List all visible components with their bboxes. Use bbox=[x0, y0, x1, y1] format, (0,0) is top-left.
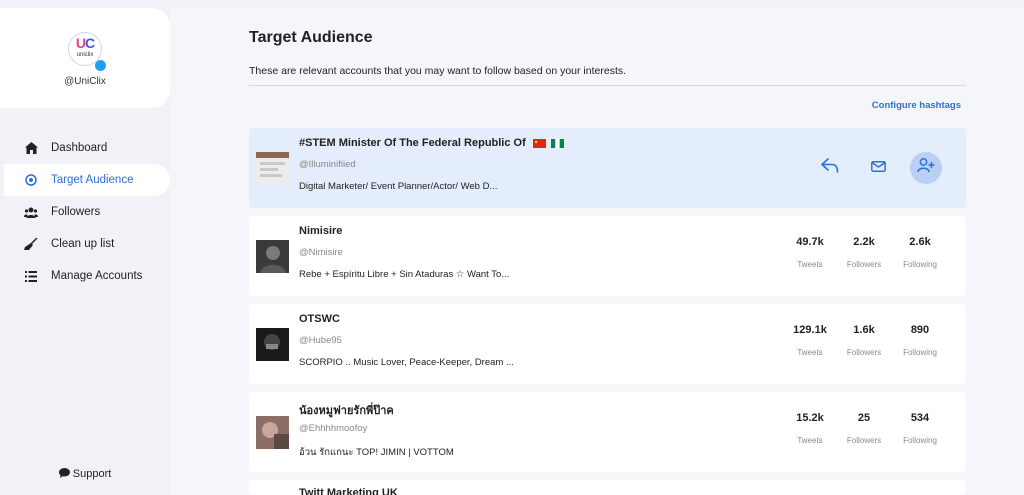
account-card[interactable]: OTSWC @Hube95 SCORPIO .. Music Lover, Pe… bbox=[249, 304, 966, 384]
account-stats: 129.1k Tweets 1.6k Followers 890 Following bbox=[776, 324, 942, 357]
account-name: Twitt Marketing UK bbox=[299, 487, 398, 495]
sidebar-item-manage-accounts[interactable]: Manage Accounts bbox=[0, 260, 170, 292]
users-icon bbox=[24, 205, 38, 219]
china-flag-icon bbox=[532, 138, 546, 148]
broom-icon bbox=[24, 237, 38, 251]
account-name: #STEM Minister Of The Federal Republic O… bbox=[299, 137, 566, 149]
followers-stat: 2.2k Followers bbox=[846, 236, 882, 269]
support-link[interactable]: Support bbox=[0, 468, 170, 480]
sidebar-item-label: Clean up list bbox=[51, 238, 115, 250]
account-card[interactable]: Nimisire @Nimisire Rebe + Espíritu Libre… bbox=[249, 216, 966, 296]
uniclix-logo: UC uniclix bbox=[75, 35, 95, 58]
divider bbox=[249, 85, 966, 86]
sidebar-nav: Dashboard Target Audience Followers Clea… bbox=[0, 132, 170, 292]
sidebar-item-label: Dashboard bbox=[51, 142, 108, 154]
nigeria-flag-icon bbox=[550, 138, 564, 148]
sidebar-item-label: Manage Accounts bbox=[51, 270, 143, 282]
target-icon bbox=[24, 173, 38, 187]
following-stat: 890 Following bbox=[903, 324, 937, 357]
sidebar-item-clean-up-list[interactable]: Clean up list bbox=[0, 228, 170, 260]
followers-stat: 1.6k Followers bbox=[846, 324, 882, 357]
message-button[interactable] bbox=[862, 152, 894, 184]
account-stats: 49.7k Tweets 2.2k Followers 2.6k Following bbox=[776, 236, 942, 269]
reply-icon bbox=[821, 158, 839, 178]
account-username: @Hube95 bbox=[299, 335, 342, 346]
account-name: Nimisire bbox=[299, 225, 343, 237]
twitter-badge-icon bbox=[95, 60, 106, 71]
sidebar-item-dashboard[interactable]: Dashboard bbox=[0, 132, 170, 164]
following-stat: 534 Following bbox=[903, 412, 937, 445]
account-card[interactable]: Twitt Marketing UK bbox=[249, 480, 966, 495]
following-stat: 2.6k Following bbox=[903, 236, 937, 269]
page-title: Target Audience bbox=[249, 29, 373, 46]
page-subtitle: These are relevant accounts that you may… bbox=[249, 65, 627, 77]
followers-stat: 25 Followers bbox=[846, 412, 882, 445]
account-username: @Illuminifiied bbox=[299, 159, 356, 170]
profile-panel: UC uniclix @UniClix bbox=[0, 8, 170, 108]
account-name: น้องหมูฟายรักพี่ป๊าค bbox=[299, 405, 394, 417]
flags bbox=[532, 137, 566, 149]
configure-hashtags-link[interactable]: Configure hashtags bbox=[872, 100, 961, 111]
reply-button[interactable] bbox=[814, 152, 846, 184]
account-avatar bbox=[256, 152, 289, 185]
sidebar: UC uniclix @UniClix Dashboard Target Audi… bbox=[0, 0, 170, 495]
account-card[interactable]: น้องหมูฟายรักพี่ป๊าค @Ehhhhmoofoy อ้วน ร… bbox=[249, 392, 966, 472]
tweets-stat: 129.1k Tweets bbox=[793, 324, 827, 357]
account-username: @Ehhhhmoofoy bbox=[299, 423, 368, 434]
tweets-stat: 15.2k Tweets bbox=[796, 412, 824, 445]
account-name: OTSWC bbox=[299, 313, 340, 325]
account-avatar bbox=[256, 416, 289, 449]
account-username: @Nimisire bbox=[299, 247, 343, 258]
sidebar-item-target-audience[interactable]: Target Audience bbox=[4, 164, 170, 196]
sidebar-item-label: Target Audience bbox=[51, 174, 134, 186]
account-avatar bbox=[256, 328, 289, 361]
chat-bubble-icon bbox=[58, 468, 73, 480]
account-stats: 15.2k Tweets 25 Followers 534 Following bbox=[776, 412, 942, 445]
sidebar-item-followers[interactable]: Followers bbox=[0, 196, 170, 228]
account-avatar bbox=[256, 240, 289, 273]
account-bio: อ้วน รักแกนะ TOP! JIMIN | VOTTOM bbox=[299, 447, 454, 458]
support-label: Support bbox=[72, 468, 112, 480]
home-icon bbox=[24, 141, 38, 155]
envelope-icon bbox=[870, 159, 886, 177]
list-icon bbox=[24, 269, 38, 283]
account-bio: Rebe + Espíritu Libre + Sin Ataduras ☆ W… bbox=[299, 269, 510, 280]
follow-button[interactable] bbox=[910, 152, 942, 184]
profile-handle: @UniClix bbox=[64, 76, 106, 87]
account-card[interactable]: #STEM Minister Of The Federal Republic O… bbox=[249, 128, 966, 208]
account-bio: Digital Marketer/ Event Planner/Actor/ W… bbox=[299, 181, 498, 192]
account-actions bbox=[798, 152, 942, 184]
main-content: Target Audience These are relevant accou… bbox=[170, 0, 1024, 495]
sidebar-item-label: Followers bbox=[51, 206, 101, 218]
account-bio: SCORPIO .. Music Lover, Peace-Keeper, Dr… bbox=[299, 357, 514, 368]
tweets-stat: 49.7k Tweets bbox=[796, 236, 824, 269]
add-user-icon bbox=[917, 158, 935, 178]
